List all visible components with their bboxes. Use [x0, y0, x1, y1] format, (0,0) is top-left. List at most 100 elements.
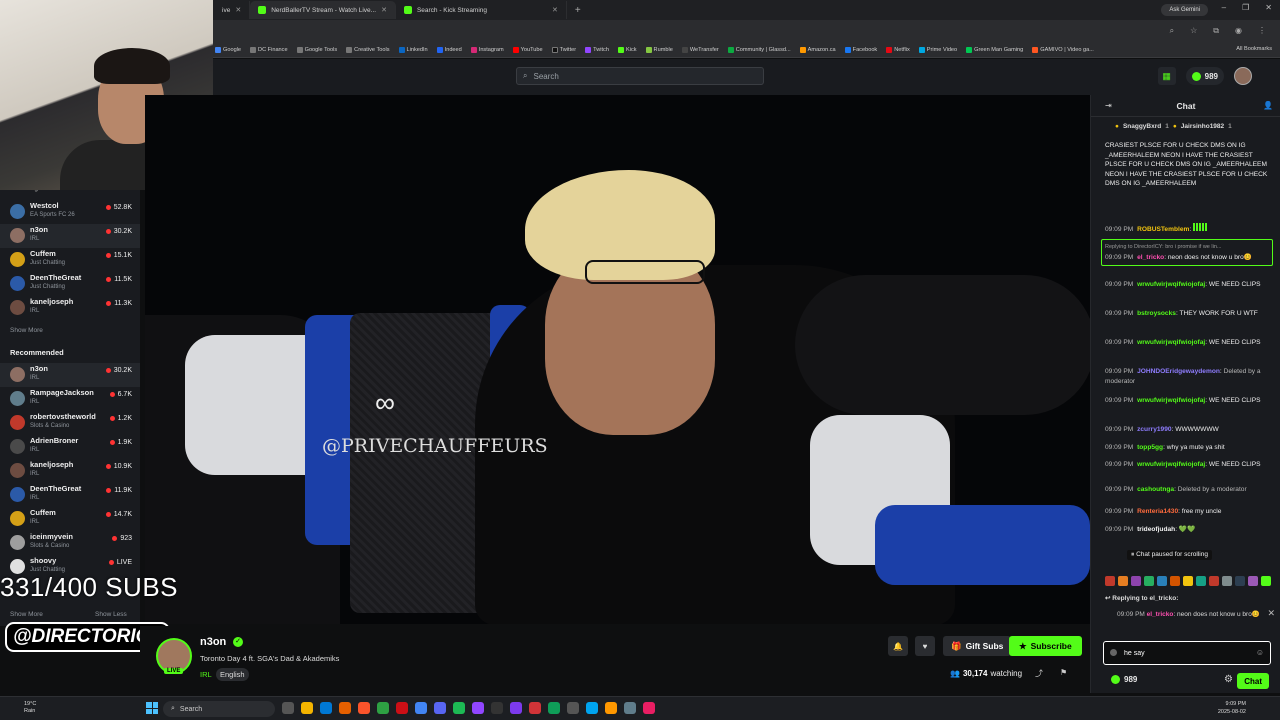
- close-icon[interactable]: ✕: [552, 6, 558, 14]
- folder-icon[interactable]: [301, 702, 313, 714]
- bookmark-item[interactable]: Community | Glassd...: [727, 46, 791, 53]
- bookmark-item[interactable]: Green Man Gaming: [966, 46, 1023, 53]
- extensions-icon[interactable]: ⧉: [1213, 26, 1219, 36]
- emote-icon[interactable]: [1105, 576, 1115, 586]
- emote-icon[interactable]: [1196, 576, 1206, 586]
- twitch-icon[interactable]: [472, 702, 484, 714]
- emote-icon[interactable]: [1209, 576, 1219, 586]
- minimize-icon[interactable]: –: [1222, 3, 1226, 12]
- zoom-icon[interactable]: ⌕: [1170, 26, 1174, 36]
- sidebar-item-kaneljoseph[interactable]: kaneljoseph IRL 11.3K: [0, 296, 140, 320]
- star-icon[interactable]: ☆: [1190, 26, 1197, 36]
- windows-start-icon[interactable]: [146, 702, 158, 714]
- message-user[interactable]: cashoutnga: [1137, 486, 1174, 493]
- browser-tab-active[interactable]: NerdBallerTV Stream - Watch Live... ✕: [250, 1, 396, 19]
- sidebar-item-rampagejackson[interactable]: RampageJackson IRL 6.7K: [0, 387, 140, 411]
- sidebar-item-n3on[interactable]: n3on IRL 30.2K: [0, 224, 140, 248]
- emote-icon[interactable]: [1170, 576, 1180, 586]
- new-tab-icon[interactable]: +: [567, 5, 589, 16]
- weather-widget[interactable]: 19°C Rain: [24, 701, 36, 715]
- gear-icon[interactable]: ⚙: [1224, 674, 1233, 685]
- bookmark-item[interactable]: Amazon.ca: [799, 46, 836, 53]
- taskbar-search[interactable]: ⌕ Search: [163, 701, 275, 717]
- chat-paused-banner[interactable]: ⏸ Chat paused for scrolling: [1127, 550, 1212, 560]
- opera-icon[interactable]: [396, 702, 408, 714]
- bookmark-item[interactable]: Creative Tools: [346, 46, 390, 53]
- chat-users-icon[interactable]: 👤: [1263, 101, 1273, 110]
- message-user[interactable]: bstroysocks: [1137, 310, 1176, 317]
- share-icon[interactable]: ⤴: [1035, 668, 1043, 679]
- sidebar-item-cuffem[interactable]: Cuffem Just Chatting 15.1K: [0, 248, 140, 272]
- emote-icon[interactable]: [1157, 576, 1167, 586]
- user-avatar[interactable]: [1234, 67, 1252, 85]
- emote-icon[interactable]: [1222, 576, 1232, 586]
- sidebar-item-adrienbroner[interactable]: AdrienBroner IRL 1.9K: [0, 435, 140, 459]
- app-icon[interactable]: [282, 702, 294, 714]
- message-user[interactable]: Renteria1430: [1137, 508, 1178, 515]
- close-icon[interactable]: ✕: [381, 6, 387, 14]
- emote-icon[interactable]: [1131, 576, 1141, 586]
- app-icon[interactable]: [548, 702, 560, 714]
- bookmark-item[interactable]: Twitch: [585, 46, 609, 53]
- send-chat-button[interactable]: Chat: [1237, 673, 1269, 689]
- edge-icon[interactable]: [320, 702, 332, 714]
- subscribe-button[interactable]: ★ Subscribe: [1009, 636, 1082, 656]
- kicks-balance[interactable]: 989: [1185, 67, 1224, 85]
- search-input[interactable]: ⌕ Search: [516, 67, 764, 85]
- bookmark-item[interactable]: Rumble: [645, 46, 673, 53]
- sidebar-item-kaneljoseph[interactable]: kaneljoseph IRL 10.9K: [0, 459, 140, 483]
- bookmark-item[interactable]: DC Finance: [250, 46, 288, 53]
- video-player[interactable]: ∞ @PRIVECHAUFFEURS: [145, 95, 1090, 624]
- emote-icon[interactable]: [1261, 576, 1271, 586]
- show-more-button[interactable]: Show More: [10, 611, 43, 618]
- close-reply-icon[interactable]: ✕: [1267, 608, 1275, 619]
- message-user[interactable]: wrwufwirjwqifwiojofaj: [1137, 397, 1205, 404]
- chrome-icon[interactable]: [415, 702, 427, 714]
- emote-icon[interactable]: [1144, 576, 1154, 586]
- sidebar-item-cuffem[interactable]: Cuffem IRL 14.7K: [0, 507, 140, 531]
- message-user[interactable]: topp5gg: [1137, 444, 1163, 451]
- app-icon[interactable]: [586, 702, 598, 714]
- chat-identity-icon[interactable]: [1110, 649, 1117, 656]
- message-user[interactable]: JOHNDOEridgewaydemon: [1137, 368, 1220, 375]
- app-icon[interactable]: [605, 702, 617, 714]
- sidebar-item-n3on[interactable]: n3on IRL 30.2K: [0, 363, 140, 387]
- profile-icon[interactable]: ◉: [1235, 26, 1242, 36]
- bookmark-item[interactable]: Facebook: [844, 46, 877, 53]
- bookmark-item[interactable]: Google: [215, 46, 241, 53]
- obs-icon[interactable]: [491, 702, 503, 714]
- kicks-balance[interactable]: 989: [1111, 675, 1137, 684]
- show-less-button[interactable]: Show Less: [95, 611, 127, 618]
- bookmark-item[interactable]: Prime Video: [918, 46, 957, 53]
- app-icon[interactable]: [567, 702, 579, 714]
- bookmark-item[interactable]: YouTube: [512, 46, 543, 53]
- sidebar-item-iceinmyvein[interactable]: iceinmyvein Slots & Casino 923: [0, 531, 140, 555]
- app-icon[interactable]: [529, 702, 541, 714]
- app-icon[interactable]: [377, 702, 389, 714]
- emote-icon[interactable]: [1183, 576, 1193, 586]
- bookmark-item[interactable]: GAMIVO | Video ga...: [1032, 46, 1094, 53]
- system-clock[interactable]: 9:09 PM 2025-08-02: [1218, 700, 1246, 716]
- close-icon[interactable]: ✕: [235, 6, 241, 14]
- chat-input[interactable]: ☺: [1103, 641, 1271, 665]
- bookmark-item[interactable]: Kick: [617, 46, 637, 53]
- message-user[interactable]: wrwufwirjwqifwiojofaj: [1137, 339, 1205, 346]
- firefox-icon[interactable]: [339, 702, 351, 714]
- emote-icon[interactable]: [1118, 576, 1128, 586]
- menu-icon[interactable]: ⋮: [1258, 26, 1266, 36]
- close-window-icon[interactable]: ✕: [1265, 3, 1272, 12]
- channel-name[interactable]: n3on: [200, 636, 226, 648]
- ask-gemini-button[interactable]: Ask Gemini: [1161, 4, 1208, 16]
- leaderboard-user[interactable]: SnaggyBxrd: [1123, 123, 1161, 130]
- discord-icon[interactable]: [434, 702, 446, 714]
- heart-icon[interactable]: ♥: [915, 636, 935, 656]
- sidebar-item-westcol[interactable]: Westcol EA Sports FC 26 52.8K: [0, 200, 140, 224]
- gift-subs-button[interactable]: 🎁 Gift Subs: [943, 636, 1012, 656]
- app-icon[interactable]: [643, 702, 655, 714]
- category-tag[interactable]: IRL: [200, 670, 212, 679]
- maximize-icon[interactable]: ❐: [1242, 3, 1249, 12]
- message-user[interactable]: wrwufwirjwqifwiojofaj: [1137, 281, 1205, 288]
- browser-tab[interactable]: ive ✕: [214, 1, 251, 19]
- sidebar-item-deenthegreat[interactable]: DeenTheGreat IRL 11.9K: [0, 483, 140, 507]
- chat-message-field[interactable]: [1124, 647, 1244, 659]
